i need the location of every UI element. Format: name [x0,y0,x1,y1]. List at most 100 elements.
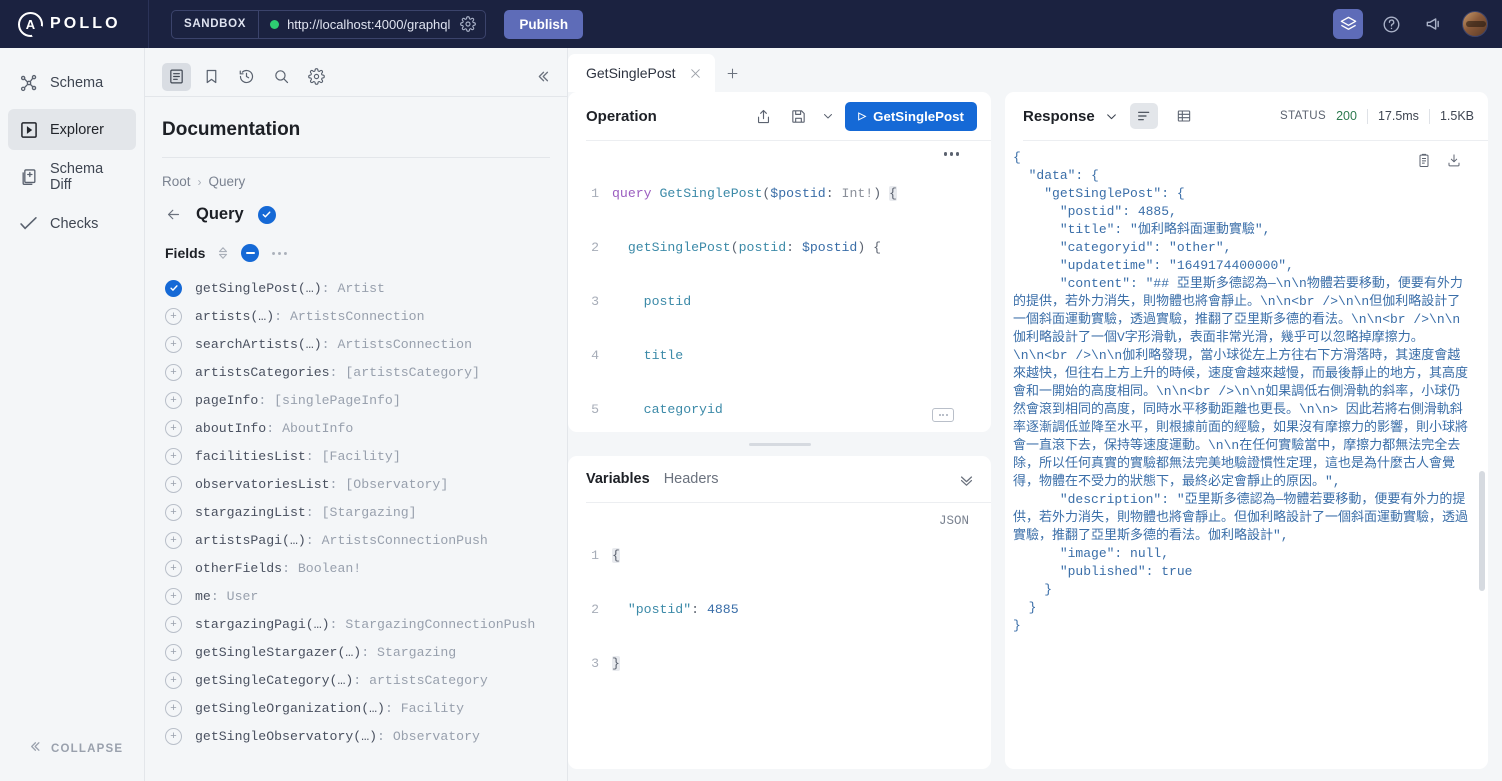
response-json-view-icon[interactable] [1129,103,1158,129]
add-field-plus-icon[interactable]: + [165,531,182,549]
new-tab-button[interactable] [715,54,751,92]
add-field-plus-icon[interactable]: + [165,671,182,689]
add-field-plus-icon[interactable]: + [165,503,182,521]
save-operation-icon[interactable] [785,103,811,129]
query-editor[interactable]: 1 query GetSinglePost($postid: Int!) { 2 … [568,141,991,432]
top-bar: A POLLO SANDBOX http://localhost:4000/gr… [0,0,1502,48]
tab-getsinglepost[interactable]: GetSinglePost [568,54,715,92]
field-row-otherfields[interactable]: + otherFields: Boolean! [165,554,567,582]
sidebar-item-explorer[interactable]: Explorer [8,109,136,150]
tab-variables[interactable]: Variables [586,471,650,487]
field-row-artists[interactable]: + artists(…): ArtistsConnection [165,302,567,330]
docs-panel-icon[interactable] [162,62,191,91]
field-row-me[interactable]: + me: User [165,582,567,610]
deselect-all-fields-icon[interactable] [241,244,260,262]
endpoint-field[interactable]: http://localhost:4000/graphql [259,11,485,38]
share-operation-icon[interactable] [750,103,776,129]
editor-more-options-icon[interactable] [943,152,959,156]
operation-card: Operation ▷ GetSinglePost 1 query GetSin… [568,92,991,432]
field-row-getsinglepost[interactable]: getSinglePost(…): Artist [165,274,567,302]
back-arrow-icon[interactable] [165,206,182,223]
sidebar-item-checks[interactable]: Checks [8,203,136,244]
code-line: 3} [568,655,991,673]
history-clock-icon[interactable] [232,63,261,91]
add-field-plus-icon[interactable]: + [165,363,182,381]
apollo-logo[interactable]: A POLLO [18,11,130,37]
keyboard-shortcuts-icon[interactable] [932,408,954,422]
add-field-plus-icon[interactable]: + [165,307,182,325]
variables-editor[interactable]: JSON 1{ 2 "postid": 4885 3} [568,503,991,769]
variables-format-badge: JSON [938,514,969,528]
sidebar-item-schema-diff[interactable]: Schema Diff [8,156,136,197]
add-field-plus-icon[interactable]: + [165,587,182,605]
add-field-plus-icon[interactable]: + [165,727,182,745]
play-box-icon [18,119,39,140]
type-selected-check-icon[interactable] [257,205,276,224]
page-title: Documentation [162,119,301,140]
tab-headers[interactable]: Headers [664,471,719,487]
tab-label: GetSinglePost [586,65,676,81]
apollo-logo-text: POLLO [50,15,121,32]
add-field-plus-icon[interactable]: + [165,419,182,437]
copy-response-icon[interactable] [1416,152,1432,174]
field-row-pageinfo[interactable]: + pageInfo: [singlePageInfo] [165,386,567,414]
add-field-plus-icon[interactable]: + [165,615,182,633]
field-row-getsinglecategory[interactable]: + getSingleCategory(…): artistsCategory [165,666,567,694]
checkmark-icon [18,213,39,234]
field-row-getsingleobservatory[interactable]: + getSingleObservatory(…): Observatory [165,722,567,750]
close-icon[interactable] [689,67,702,80]
search-icon[interactable] [267,63,296,91]
line-number: 2 [591,602,599,617]
collapse-sidebar-button[interactable]: COLLAPSE [0,739,144,781]
response-size: 1.5KB [1439,109,1474,123]
add-field-plus-icon[interactable]: + [165,335,182,353]
user-avatar[interactable] [1462,11,1488,37]
field-row-getsingleorganization[interactable]: + getSingleOrganization(…): Facility [165,694,567,722]
field-row-aboutinfo[interactable]: + aboutInfo: AboutInfo [165,414,567,442]
collapse-docs-panel-button[interactable] [534,68,551,85]
field-selected-check-icon[interactable] [165,279,182,297]
field-row-facilitieslist[interactable]: + facilitiesList: [Facility] [165,442,567,470]
breadcrumb-query[interactable]: Query [209,174,246,189]
settings-gear-icon[interactable] [302,63,331,91]
run-operation-button[interactable]: ▷ GetSinglePost [845,101,977,131]
endpoint-settings-gear-icon[interactable] [458,16,477,32]
field-row-observatorieslist[interactable]: + observatoriesList: [Observatory] [165,470,567,498]
field-row-artistspagi[interactable]: + artistsPagi(…): ArtistsConnectionPush [165,526,567,554]
add-field-plus-icon[interactable]: + [165,447,182,465]
sidebar-item-schema[interactable]: Schema [8,62,136,103]
add-field-plus-icon[interactable]: + [165,699,182,717]
download-response-icon[interactable] [1446,152,1462,174]
field-row-stargazingpagi[interactable]: + stargazingPagi(…): StargazingConnectio… [165,610,567,638]
add-field-plus-icon[interactable]: + [165,643,182,661]
response-scrollbar[interactable] [1479,471,1485,591]
add-field-plus-icon[interactable]: + [165,475,182,493]
field-row-getsinglestargazer[interactable]: + getSingleStargazer(…): Stargazing [165,638,567,666]
field-name: getSinglePost(…) [195,280,322,296]
field-name: getSingleStargazer(…) [195,644,362,660]
fields-more-options-icon[interactable] [271,250,288,257]
breadcrumb-root[interactable]: Root [162,174,191,189]
field-type: ArtistsConnection [289,308,425,324]
sandbox-cube-icon[interactable] [1333,9,1363,39]
response-chevron-down-icon[interactable] [1105,110,1118,123]
help-icon[interactable] [1376,9,1406,39]
sort-fields-icon[interactable] [217,246,229,260]
pane-resize-handle[interactable] [568,440,991,448]
saved-operations-bookmark-icon[interactable] [197,63,226,91]
response-table-view-icon[interactable] [1170,103,1198,129]
field-name: aboutInfo [195,420,267,436]
collapse-variables-chevron-icon[interactable] [958,471,975,488]
field-row-stargazinglist[interactable]: + stargazingList: [Stargazing] [165,498,567,526]
add-field-plus-icon[interactable]: + [165,559,182,577]
save-options-chevron-down-icon[interactable] [820,103,836,129]
add-field-plus-icon[interactable]: + [165,391,182,409]
publish-button[interactable]: Publish [504,9,584,39]
run-button-label: GetSinglePost [873,108,964,124]
field-name: artistsCategories [195,364,330,380]
code-line: 2 "postid": 4885 [568,601,991,619]
field-row-searchartists[interactable]: + searchArtists(…): ArtistsConnection [165,330,567,358]
announcements-megaphone-icon[interactable] [1419,9,1449,39]
field-row-artistscategories[interactable]: + artistsCategories: [artistsCategory] [165,358,567,386]
response-body[interactable]: { "data": { "getSinglePost": { "postid":… [1005,141,1488,769]
